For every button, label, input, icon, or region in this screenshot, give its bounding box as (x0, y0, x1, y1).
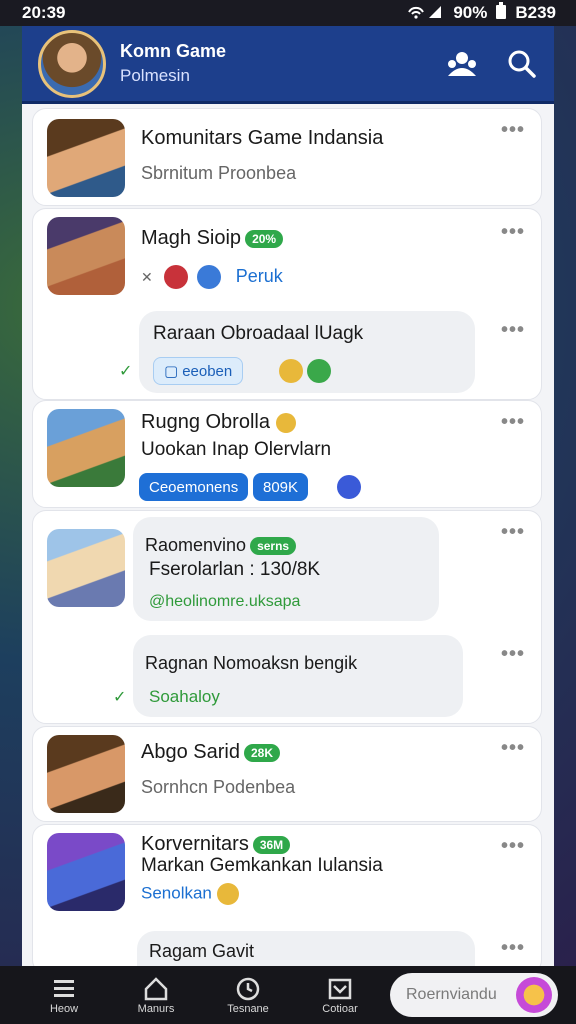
status-bar: 20:39 90% B239 (0, 0, 576, 26)
group-icon[interactable] (446, 48, 478, 80)
item-link-text: Senolkan (141, 883, 212, 903)
message-title: Ragam Gavit (149, 941, 255, 961)
inbox-icon (328, 978, 352, 1000)
nav-menus-label: Manurs (137, 1003, 175, 1015)
sword-icon: ✕ (141, 268, 153, 285)
emoji-icon (163, 265, 188, 289)
item-title: Raomenvino serns (145, 535, 297, 556)
list-item[interactable]: Magh Sioip 20% ✕ Peruk ••• Raraan Obroada… (32, 208, 542, 400)
item-avatar (47, 833, 125, 911)
tag-chip[interactable]: Ceoemonens (139, 473, 249, 501)
list-icon (54, 980, 74, 997)
item-title: Rugng Obrolla (141, 411, 296, 434)
more-options-icon[interactable]: ••• (501, 319, 525, 342)
count-badge: 28K (243, 743, 280, 762)
nav-collection[interactable]: Cotioar (294, 975, 386, 1015)
message-input-placeholder: Roernviandu (406, 986, 497, 1003)
read-check-icon: ✓ (113, 689, 127, 706)
count-badge: 20% (245, 229, 284, 248)
list-item[interactable]: Rugng Obrolla Uookan Inap Olervlarn Ceoe… (32, 400, 542, 508)
search-icon[interactable] (506, 48, 538, 80)
message-bubble: Raomenvino serns Fserolarlan : 130/8K @he… (133, 517, 439, 621)
item-title-text: Abgo Sarid (141, 741, 240, 763)
nav-menus[interactable]: Manurs (110, 975, 202, 1015)
app-title: Komn Game (120, 41, 227, 61)
profile-avatar[interactable] (38, 29, 106, 98)
status-clock-right: B239 (515, 3, 556, 22)
emoji-icon (279, 359, 303, 383)
item-meta-row: ✕ Peruk (141, 265, 283, 289)
item-subtitle: Uookan Inap Olervlarn (141, 439, 332, 460)
emoji-icon (216, 883, 239, 905)
item-title-text: Magh Sioip (141, 227, 242, 249)
item-link[interactable]: @heolinomre.uksapa (149, 593, 300, 611)
more-options-icon[interactable]: ••• (501, 835, 525, 858)
app-header: Komn Game Polmesin (22, 26, 554, 104)
emoji-icon (275, 412, 296, 433)
tag-chip[interactable]: ▢ eeoben (153, 357, 244, 385)
more-options-icon[interactable]: ••• (501, 643, 525, 666)
item-avatar (47, 735, 125, 813)
nav-history[interactable]: Tesnane (202, 975, 294, 1015)
emoji-icon (196, 265, 221, 289)
more-options-icon[interactable]: ••• (501, 119, 525, 142)
item-title: Magh Sioip 20% (141, 227, 284, 250)
more-options-icon[interactable]: ••• (501, 937, 525, 960)
nav-collection-label: Cotioar (322, 1003, 358, 1015)
battery-icon (495, 1, 507, 25)
nav-home[interactable]: Heow (18, 975, 110, 1015)
nav-home-label: Heow (49, 1003, 79, 1015)
count-chip[interactable]: 809K (253, 473, 309, 501)
list-item[interactable]: Korvernitars 36M Markan Gemkankan Iulansi… (32, 824, 542, 966)
status-time: 20:39 (22, 3, 66, 22)
item-avatar (47, 119, 125, 197)
app-screen: Komn Game Polmesin Komunitars Game Indan… (22, 26, 554, 966)
message-bubble: Ragam Gavit (137, 931, 475, 966)
list-item[interactable]: Komunitars Game Indansia Sbrnitum Proonb… (32, 108, 542, 206)
more-options-icon[interactable]: ••• (501, 411, 525, 434)
item-title: Korvernitars 36M (141, 833, 291, 856)
status-badge: serns (250, 537, 297, 556)
item-avatar (47, 217, 125, 295)
message-bubble: Ragnan Nomoaksn bengik Soahaloy (133, 635, 463, 717)
item-avatar (47, 529, 125, 607)
tag-label: eeoben (182, 362, 233, 380)
clock-icon (236, 977, 260, 1001)
bottom-navigation: Heow Manurs Tesnane Cotioar Roernviandu (0, 966, 576, 1024)
app-subtitle: Polmesin (120, 66, 190, 85)
list-item[interactable]: Abgo Sarid 28K Sornhcn Podenbea ••• (32, 726, 542, 822)
item-subtitle: Markan Gemkankan Iulansia (141, 855, 383, 876)
item-title-text: Rugng Obrolla (141, 411, 270, 433)
message-bubble: Raraan Obroadaal lUagk ▢ eeoben (139, 311, 475, 393)
more-options-icon[interactable]: ••• (501, 221, 525, 244)
item-title-text: Raomenvino (145, 535, 247, 555)
item-link[interactable]: Senolkan (141, 883, 239, 905)
emoji-icon (307, 359, 331, 383)
more-options-icon[interactable]: ••• (501, 521, 525, 544)
message-title: Ragnan Nomoaksn bengik (145, 653, 358, 673)
nav-history-label: Tesnane (227, 1003, 269, 1015)
sticker-icon[interactable] (516, 977, 552, 1013)
emoji-icon (337, 475, 361, 499)
item-subtitle: Sbrnitum Proonbea (141, 163, 297, 183)
item-title-text: Korvernitars (141, 833, 249, 855)
item-subtitle: Fserolarlan : 130/8K (149, 559, 321, 580)
battery-percent: 90% (453, 3, 488, 22)
item-subtitle: Sornhcn Podenbea (141, 777, 296, 797)
item-title: Komunitars Game Indansia (141, 127, 384, 149)
item-link[interactable]: Peruk (236, 266, 283, 286)
signal-icon (407, 3, 445, 23)
item-title: Abgo Sarid 28K (141, 741, 280, 764)
item-avatar (47, 409, 125, 487)
more-options-icon[interactable]: ••• (501, 737, 525, 760)
message-input[interactable]: Roernviandu (390, 973, 558, 1017)
count-badge: 36M (252, 835, 291, 854)
item-link[interactable]: Soahaloy (149, 687, 220, 707)
list-item[interactable]: Raomenvino serns Fserolarlan : 130/8K @he… (32, 510, 542, 724)
home-icon (144, 977, 168, 1001)
read-check-icon: ✓ (119, 363, 133, 380)
tag-icon: ▢ (164, 363, 179, 380)
message-title: Raraan Obroadaal lUagk (153, 323, 364, 344)
